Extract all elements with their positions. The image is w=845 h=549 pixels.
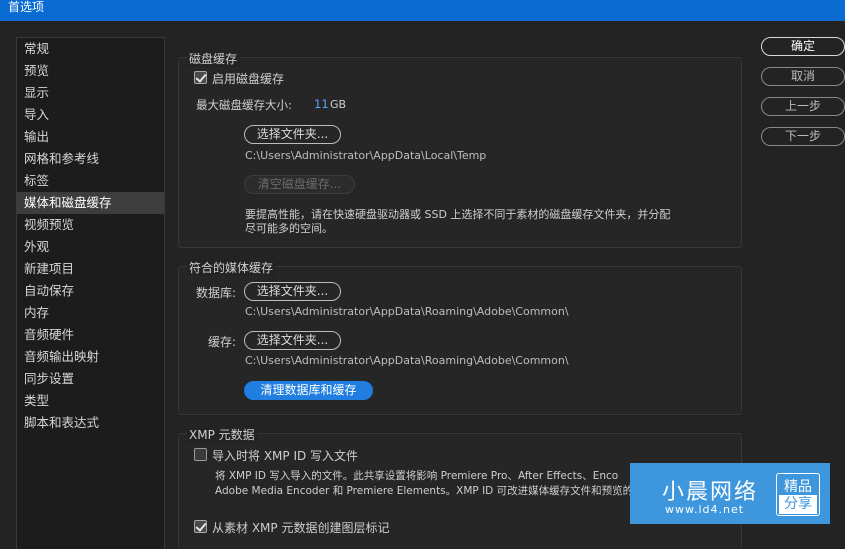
sidebar-item-audio-output-mapping[interactable]: 音频输出映射 bbox=[17, 346, 164, 368]
enable-disk-cache-label: 启用磁盘缓存 bbox=[212, 72, 285, 86]
sidebar-item-output[interactable]: 输出 bbox=[17, 126, 164, 148]
xmp-desc-line2: Adobe Media Encoder 和 Premiere Elements。… bbox=[215, 485, 630, 497]
sidebar-item-display[interactable]: 显示 bbox=[17, 82, 164, 104]
sidebar-item-memory[interactable]: 内存 bbox=[17, 302, 164, 324]
sidebar-item-preview[interactable]: 预览 bbox=[17, 60, 164, 82]
watermark-badge-bottom: 分享 bbox=[779, 495, 817, 514]
sidebar-item-media-disk-cache[interactable]: 媒体和磁盘缓存 bbox=[17, 192, 164, 214]
create-layer-markers-label: 从素材 XMP 元数据创建图层标记 bbox=[212, 521, 390, 535]
cancel-button[interactable]: 取消 bbox=[761, 67, 845, 86]
sidebar-item-scripting-expressions[interactable]: 脚本和表达式 bbox=[17, 412, 164, 434]
disk-cache-path: C:\Users\Administrator\AppData\Local\Tem… bbox=[245, 149, 487, 162]
ok-button[interactable]: 确定 bbox=[761, 37, 845, 56]
sidebar-item-labels[interactable]: 标签 bbox=[17, 170, 164, 192]
write-xmp-id-label: 导入时将 XMP ID 写入文件 bbox=[212, 449, 359, 463]
database-path: C:\Users\Administrator\AppData\Roaming\A… bbox=[245, 305, 569, 318]
enable-disk-cache-checkbox[interactable] bbox=[194, 71, 207, 84]
database-choose-folder-button[interactable]: 选择文件夹... bbox=[244, 282, 341, 301]
cache-choose-folder-button[interactable]: 选择文件夹... bbox=[244, 331, 341, 350]
disk-cache-hint-line2: 尽可能多的空间。 bbox=[245, 222, 333, 235]
sidebar-item-video-preview[interactable]: 视频预览 bbox=[17, 214, 164, 236]
max-disk-cache-value[interactable]: 11 bbox=[314, 97, 329, 111]
xmp-title: XMP 元数据 bbox=[187, 426, 258, 443]
preferences-sidebar: 常规 预览 显示 导入 输出 网格和参考线 标签 媒体和磁盘缓存 视频预览 外观… bbox=[16, 37, 165, 549]
create-layer-markers-checkbox[interactable] bbox=[194, 520, 207, 533]
watermark-overlay: 小晨网络 www.ld4.net 精品 分享 bbox=[630, 463, 830, 524]
empty-disk-cache-button[interactable]: 清空磁盘缓存... bbox=[244, 175, 355, 194]
sidebar-item-auto-save[interactable]: 自动保存 bbox=[17, 280, 164, 302]
sidebar-item-grids-guides[interactable]: 网格和参考线 bbox=[17, 148, 164, 170]
sidebar-item-sync-settings[interactable]: 同步设置 bbox=[17, 368, 164, 390]
sidebar-item-audio-hardware[interactable]: 音频硬件 bbox=[17, 324, 164, 346]
write-xmp-id-checkbox[interactable] bbox=[194, 448, 207, 461]
sidebar-item-import[interactable]: 导入 bbox=[17, 104, 164, 126]
cache-label: 缓存: bbox=[208, 335, 237, 349]
cache-path: C:\Users\Administrator\AppData\Roaming\A… bbox=[245, 354, 569, 367]
sidebar-item-appearance[interactable]: 外观 bbox=[17, 236, 164, 258]
max-disk-cache-unit: GB bbox=[330, 98, 347, 111]
title-bar: 首选项 bbox=[0, 0, 845, 21]
watermark-url: www.ld4.net bbox=[665, 503, 745, 516]
next-button[interactable]: 下一步 bbox=[761, 127, 845, 146]
watermark-title: 小晨网络 bbox=[662, 480, 759, 505]
media-cache-title: 符合的媒体缓存 bbox=[187, 259, 277, 276]
disk-cache-choose-folder-button[interactable]: 选择文件夹... bbox=[244, 125, 341, 144]
clean-database-cache-button[interactable]: 清理数据库和缓存 bbox=[244, 381, 373, 400]
previous-button[interactable]: 上一步 bbox=[761, 97, 845, 116]
sidebar-item-type[interactable]: 类型 bbox=[17, 390, 164, 412]
window-title: 首选项 bbox=[8, 0, 45, 14]
sidebar-item-new-project[interactable]: 新建项目 bbox=[17, 258, 164, 280]
sidebar-item-general[interactable]: 常规 bbox=[17, 38, 164, 60]
database-label: 数据库: bbox=[196, 286, 237, 300]
watermark-badge-top: 精品 bbox=[784, 479, 812, 495]
xmp-desc-line1: 将 XMP ID 写入导入的文件。此共享设置将影响 Premiere Pro、A… bbox=[215, 470, 619, 482]
disk-cache-title: 磁盘缓存 bbox=[187, 50, 241, 67]
watermark-badge: 精品 分享 bbox=[776, 473, 820, 516]
max-disk-cache-label: 最大磁盘缓存大小: bbox=[196, 98, 292, 112]
